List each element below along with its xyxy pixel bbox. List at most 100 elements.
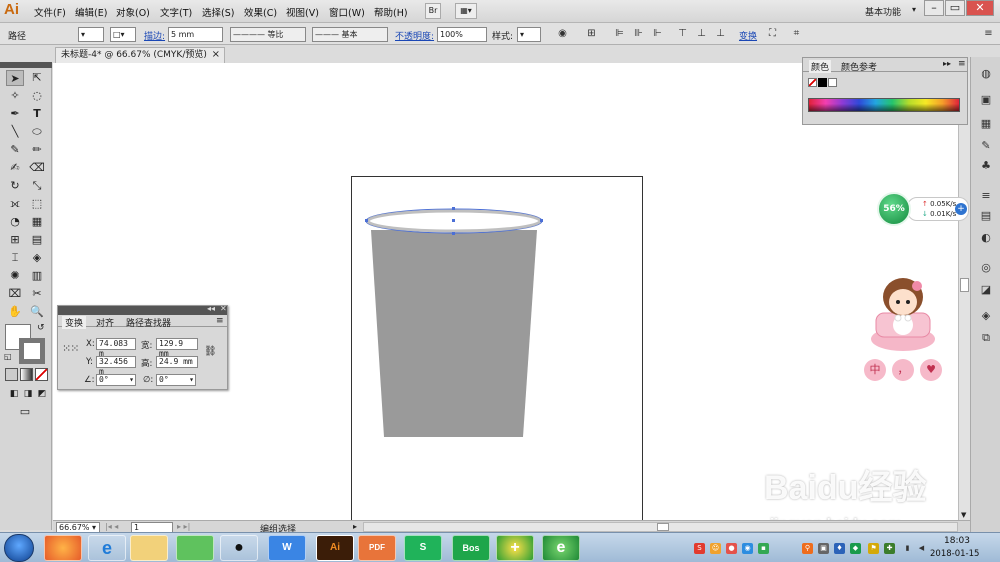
y-field[interactable]: 32.456 m xyxy=(96,356,136,376)
variable-width-profile[interactable]: ———— 等比 xyxy=(230,27,306,42)
taskbar-plus-icon[interactable]: + xyxy=(496,535,534,561)
x-field[interactable]: 74.083 m xyxy=(96,338,136,358)
none-mode-icon[interactable] xyxy=(35,368,48,381)
black-swatch[interactable] xyxy=(818,78,827,87)
rotate-field[interactable]: 0° ▾ xyxy=(96,374,136,386)
opacity-field[interactable]: 100% xyxy=(437,27,487,42)
tray-sogou-icon[interactable]: S xyxy=(694,543,705,554)
arrange-documents-button[interactable]: ▦▾ xyxy=(455,3,477,19)
tray-shield-icon[interactable]: ♦ xyxy=(834,543,845,554)
graphic-style-swatch[interactable]: ▾ xyxy=(517,27,541,42)
first-artboard-icon[interactable]: |◂ ◂ xyxy=(105,522,118,531)
next-artboard-icon[interactable]: ▸ ▸| xyxy=(177,522,190,531)
white-swatch[interactable] xyxy=(828,78,837,87)
tab-align[interactable]: 对齐 xyxy=(96,316,114,329)
artboards-icon[interactable]: ⧉ xyxy=(979,331,993,345)
tab-pathfinder[interactable]: 路径查找器 xyxy=(126,316,171,329)
close-panel-icon[interactable]: ✕ xyxy=(220,304,227,313)
selection-tool-icon[interactable]: ➤ xyxy=(6,70,24,86)
color-panel-icon[interactable]: ◍ xyxy=(979,67,993,81)
none-swatch[interactable] xyxy=(808,78,817,87)
reference-point-icon[interactable]: ⁙⁙ xyxy=(62,342,79,355)
horizontal-scrollbar[interactable] xyxy=(363,522,958,532)
taskbar-ie-icon[interactable]: e xyxy=(88,535,126,561)
shear-field[interactable]: 0° ▾ xyxy=(156,374,196,386)
isolate-icon[interactable]: ⛶ xyxy=(766,28,779,41)
color-guide-icon[interactable]: ▣ xyxy=(979,93,993,107)
status-menu-icon[interactable]: ▸ xyxy=(353,522,357,531)
slice-tool-icon[interactable]: ✂ xyxy=(28,286,46,302)
taskbar-app-colorful[interactable] xyxy=(44,535,82,561)
bridge-button[interactable]: Br xyxy=(425,3,441,19)
taskbar-qq-icon[interactable]: ● xyxy=(220,535,258,561)
tray-icon-10[interactable]: ⚑ xyxy=(868,543,879,554)
graphic-styles-icon[interactable]: ◪ xyxy=(979,283,993,297)
tab-color[interactable]: 颜色 xyxy=(809,60,832,73)
tray-icon-5[interactable]: ▪ xyxy=(758,543,769,554)
hand-tool-icon[interactable]: ✋ xyxy=(6,304,24,320)
stroke-weight-field[interactable]: 5 mm xyxy=(168,27,223,42)
artboard-tool-icon[interactable]: ⌧ xyxy=(6,286,24,302)
align-to-icon[interactable]: ⊞ xyxy=(585,28,598,41)
taskbar-wechat-icon[interactable] xyxy=(176,535,214,561)
transparency-icon[interactable]: ◐ xyxy=(979,231,993,245)
scale-icon[interactable]: ⤡ xyxy=(28,178,46,194)
gradient-icon[interactable]: ▤ xyxy=(28,232,46,248)
shape-builder-icon[interactable]: ◔ xyxy=(6,214,24,230)
collapse-icon[interactable]: ▸▸ xyxy=(943,59,951,68)
envelope-icon[interactable]: ⌗ xyxy=(790,28,803,41)
menu-file[interactable]: 文件(F) xyxy=(34,5,66,19)
tray-network-icon[interactable]: ▮ xyxy=(902,543,913,554)
pencil-icon[interactable]: ✏ xyxy=(28,142,46,158)
taskbar-explorer-icon[interactable] xyxy=(130,535,168,561)
fill-swatch[interactable]: ▾ xyxy=(78,27,104,42)
panel-menu-icon[interactable]: ≡ xyxy=(958,59,966,69)
direct-selection-tool-icon[interactable]: ⇱ xyxy=(28,70,46,86)
magic-wand-icon[interactable]: ✧ xyxy=(6,88,24,104)
tray-volume-icon[interactable]: ◀ xyxy=(916,543,927,554)
color-mode-icon[interactable] xyxy=(5,368,18,381)
gradient-mode-icon[interactable] xyxy=(20,368,33,381)
taskbar-bos-icon[interactable]: Bos xyxy=(452,535,490,561)
align-middle-icon[interactable]: ⊥ xyxy=(695,28,708,41)
menu-effect[interactable]: 效果(C) xyxy=(244,5,277,19)
blob-brush-icon[interactable]: ✍ xyxy=(6,160,24,176)
stroke-color-swatch[interactable] xyxy=(19,338,45,364)
zoom-tool-icon[interactable]: 🔍 xyxy=(28,304,46,320)
menu-view[interactable]: 视图(V) xyxy=(286,5,319,19)
lasso-icon[interactable]: ◌ xyxy=(28,88,46,104)
perspective-grid-icon[interactable]: ▦ xyxy=(28,214,46,230)
align-left-icon[interactable]: ⊫ xyxy=(613,28,626,41)
brush-definition[interactable]: ——— 基本 xyxy=(312,27,388,42)
tray-icon-3[interactable]: ● xyxy=(726,543,737,554)
vertical-scrollbar[interactable]: ▲ ▼ xyxy=(958,63,970,521)
clock-time[interactable]: 18:03 xyxy=(944,536,970,546)
cup-artwork[interactable] xyxy=(53,63,958,521)
align-center-icon[interactable]: ⊪ xyxy=(632,28,645,41)
height-field[interactable]: 24.9 mm xyxy=(156,356,198,368)
ellipse-tool-icon[interactable]: ⬭ xyxy=(28,124,46,140)
constrain-proportions-icon[interactable]: ⛓ xyxy=(204,346,217,357)
paintbrush-icon[interactable]: ✎ xyxy=(6,142,24,158)
draw-inside-icon[interactable]: ◩ xyxy=(33,386,51,402)
minimize-button[interactable]: – xyxy=(924,0,944,16)
canvas[interactable] xyxy=(53,63,958,526)
tray-icon-7[interactable]: ▣ xyxy=(818,543,829,554)
layers-icon[interactable]: ◈ xyxy=(979,309,993,323)
scroll-down-icon[interactable]: ▼ xyxy=(961,511,966,519)
clock-date[interactable]: 2018-01-15 xyxy=(930,549,979,559)
align-bottom-icon[interactable]: ⊥ xyxy=(714,28,727,41)
chevron-down-icon[interactable]: ▾ xyxy=(189,375,194,385)
eyedropper-icon[interactable]: ⌶ xyxy=(6,250,24,266)
type-tool-icon[interactable]: T xyxy=(28,106,46,122)
gradient-icon[interactable]: ▤ xyxy=(979,209,993,223)
workspace-switcher[interactable]: 基本功能 xyxy=(865,5,901,18)
color-spectrum[interactable] xyxy=(808,98,960,112)
rotate-icon[interactable]: ↻ xyxy=(6,178,24,194)
screen-mode-icon[interactable]: ▭ xyxy=(16,404,34,420)
scroll-thumb[interactable] xyxy=(657,523,669,531)
start-button[interactable] xyxy=(4,534,34,562)
tray-icon-9[interactable]: ◆ xyxy=(850,543,861,554)
width-field[interactable]: 129.9 mm xyxy=(156,338,198,358)
tab-color-guide[interactable]: 颜色参考 xyxy=(841,60,877,73)
